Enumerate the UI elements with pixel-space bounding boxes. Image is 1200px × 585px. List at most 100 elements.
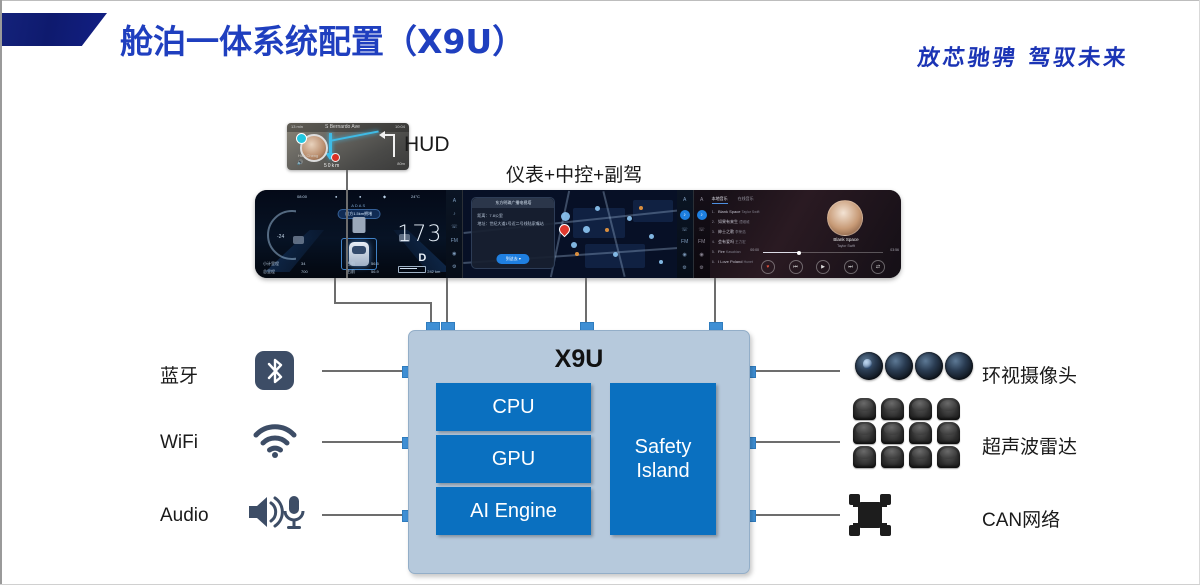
next-button[interactable]: ⏭ <box>843 260 858 274</box>
map-rail-item-5[interactable]: ⚙ <box>682 265 686 271</box>
hud-preview-image: 13 min S Bernardo Ave 10:04 Han Cheng 🔊 … <box>287 123 409 170</box>
slide-canvas: 舱泊一体系统配置（X9U） 放芯驰骋 驾驭未来 13 min S Bernard… <box>0 0 1200 585</box>
cluster-speed-value: 173 <box>397 222 443 247</box>
track-index: 5. <box>711 249 715 254</box>
music-rail-item-2[interactable]: ☏ <box>699 227 705 233</box>
music-duration: 03:56 <box>890 248 900 252</box>
map-canvas[interactable]: 东方明珠广播电视塔 距离：7.8公里 地址：世纪大道1号近二号线陆家嘴站 到这去… <box>463 190 693 278</box>
music-sidebar[interactable]: A ♪ ☏ FM ◉ ⚙ <box>693 190 710 278</box>
sensor-unit <box>881 446 904 468</box>
map-poi-title: 东方明珠广播电视塔 <box>472 198 555 208</box>
cluster-footer: 小计里程 34 总里程 700 左前 56.5 右前 56.9 242 km <box>255 261 462 275</box>
passenger-screen[interactable]: A ♪ ☏ FM ◉ ⚙ 本地音乐 在线音乐 1. Blank Space Tay… <box>693 190 901 278</box>
music-controls[interactable]: ♥ ⏮ ▶ ⏭ ⇄ <box>761 260 886 274</box>
map-poi-card[interactable]: 东方明珠广播电视塔 距离：7.8公里 地址：世纪大道1号近二号线陆家嘴站 到这去… <box>471 197 556 269</box>
hud-label: HUD <box>404 133 450 156</box>
cluster-sidebar[interactable]: A ♪ ☏ FM ◉ ⚙ <box>446 190 463 278</box>
safety-island-block[interactable]: Safety Island <box>610 383 716 535</box>
page-title: 舱泊一体系统配置（X9U） <box>120 22 526 61</box>
wire-audio <box>322 514 406 516</box>
soc-chip-block[interactable]: X9U CPU GPU AI Engine Safety Island <box>408 330 750 574</box>
music-tabs[interactable]: 本地音乐 在线音乐 <box>711 196 794 204</box>
cluster-rail-item-4[interactable]: ◉ <box>452 251 456 257</box>
sensor-unit <box>853 398 876 420</box>
list-item[interactable]: 2. 如果有来生 谭维维 <box>712 217 794 227</box>
shuffle-button[interactable]: ⇄ <box>871 260 886 274</box>
map-rail-item-3[interactable]: FM <box>681 239 688 245</box>
sensor-unit <box>909 398 932 420</box>
music-rail-item-5[interactable]: ⚙ <box>699 265 703 271</box>
cluster-group-label: 仪表+中控+副驾 <box>506 165 643 186</box>
music-rail-item-1[interactable]: ♪ <box>696 209 707 220</box>
header-tagline: 放芯驰骋 驾驭未来 <box>916 45 1130 71</box>
cluster-status-icon-1: ● <box>335 194 338 199</box>
cluster-rail-item-2[interactable]: ☏ <box>451 224 457 230</box>
can-network-icon <box>849 494 891 536</box>
sensor-unit <box>881 398 904 420</box>
previous-button[interactable]: ⏮ <box>788 260 803 274</box>
page-top-border <box>0 0 1200 1</box>
instrument-cluster-screen[interactable]: 08:00 ● ● ◆ 24°C ADAS 前方1.5km拥堵 -24 173 … <box>255 190 463 278</box>
cluster-foot-value-0: 34 <box>301 261 306 266</box>
music-elapsed-time: 00:00 <box>750 248 760 252</box>
io-label-wifi: WiFi <box>160 432 198 453</box>
play-button[interactable]: ▶ <box>816 260 831 274</box>
io-label-camera: 环视摄像头 <box>982 366 1078 387</box>
track-title: Fire <box>718 249 725 254</box>
music-rail-item-4[interactable]: ◉ <box>699 252 703 258</box>
hud-eta: 10:04 <box>394 124 405 129</box>
track-artist: 李荣浩 <box>735 230 746 234</box>
music-playlist[interactable]: 本地音乐 在线音乐 1. Blank Space Taylor Swift 2. 如… <box>711 196 794 267</box>
music-rail-item-0[interactable]: A <box>700 197 703 203</box>
cluster-rail-item-5[interactable]: ⚙ <box>452 264 456 270</box>
cluster-clock: 08:00 <box>297 194 308 199</box>
album-art <box>827 200 864 236</box>
wire-bluetooth <box>322 370 406 372</box>
track-artist: 谭维维 <box>739 220 750 224</box>
audio-icon <box>246 492 308 532</box>
io-label-audio: Audio <box>160 505 209 526</box>
ai-engine-block[interactable]: AI Engine <box>436 487 591 535</box>
cluster-foot-label-0: 小计里程 <box>263 261 279 266</box>
list-item[interactable]: 4. 会有爱吗 王力宏 <box>712 237 794 247</box>
track-title: 绅士之歌 <box>718 229 734 234</box>
cluster-temperature: 24°C <box>411 194 420 199</box>
hud-speed-value: 50 <box>324 163 332 169</box>
list-item[interactable]: 3. 绅士之歌 李荣浩 <box>712 227 794 237</box>
cluster-rail-item-1[interactable]: ♪ <box>453 211 456 217</box>
track-index: 4. <box>711 239 715 244</box>
favorite-button[interactable]: ♥ <box>761 260 776 274</box>
center-console-screen[interactable]: 东方明珠广播电视塔 距离：7.8公里 地址：世纪大道1号近二号线陆家嘴站 到这去… <box>463 190 693 278</box>
wire-wifi <box>322 441 406 443</box>
cluster-status-icon-3: ◆ <box>383 194 387 199</box>
cluster-foot-value-3: 56.9 <box>371 269 379 274</box>
map-rail-item-1[interactable]: ♪ <box>679 209 690 220</box>
cluster-rail-item-3[interactable]: FM <box>451 238 458 244</box>
map-rail-item-0[interactable]: A <box>683 197 686 203</box>
cluster-gauge-value: -24 <box>277 234 285 240</box>
cluster-rail-item-0[interactable]: A <box>453 198 456 204</box>
bluetooth-icon <box>255 351 294 390</box>
music-tab-local[interactable]: 本地音乐 <box>711 196 728 204</box>
track-artist: Hunet <box>743 260 753 264</box>
speaker-icon <box>249 496 284 528</box>
cluster-foot-label-2: 左前 <box>347 261 355 266</box>
map-rail-item-2[interactable]: ☏ <box>682 227 688 233</box>
music-progress-bar[interactable] <box>763 250 884 255</box>
map-navigate-button[interactable]: 到这去 ▾ <box>496 254 530 264</box>
safety-island-line1: Safety <box>634 436 692 458</box>
sensor-unit <box>909 446 932 468</box>
cluster-foot-value-2: 56.5 <box>371 261 379 266</box>
wire-ultrasonic <box>752 441 840 443</box>
cluster-adas-label: ADAS <box>351 203 367 208</box>
map-rail-item-4[interactable]: ◉ <box>682 252 686 258</box>
gpu-block[interactable]: GPU <box>436 435 591 483</box>
cluster-foot-value-1: 700 <box>301 269 308 274</box>
map-sidebar[interactable]: A ♪ ☏ FM ◉ ⚙ <box>676 190 693 278</box>
music-rail-item-3[interactable]: FM <box>698 239 705 245</box>
music-tab-online[interactable]: 在线音乐 <box>738 196 754 204</box>
cpu-block[interactable]: CPU <box>436 383 591 431</box>
list-item[interactable]: 1. Blank Space Taylor Swift <box>712 207 794 217</box>
hud-route-line <box>331 130 379 142</box>
sensor-unit <box>853 422 876 444</box>
